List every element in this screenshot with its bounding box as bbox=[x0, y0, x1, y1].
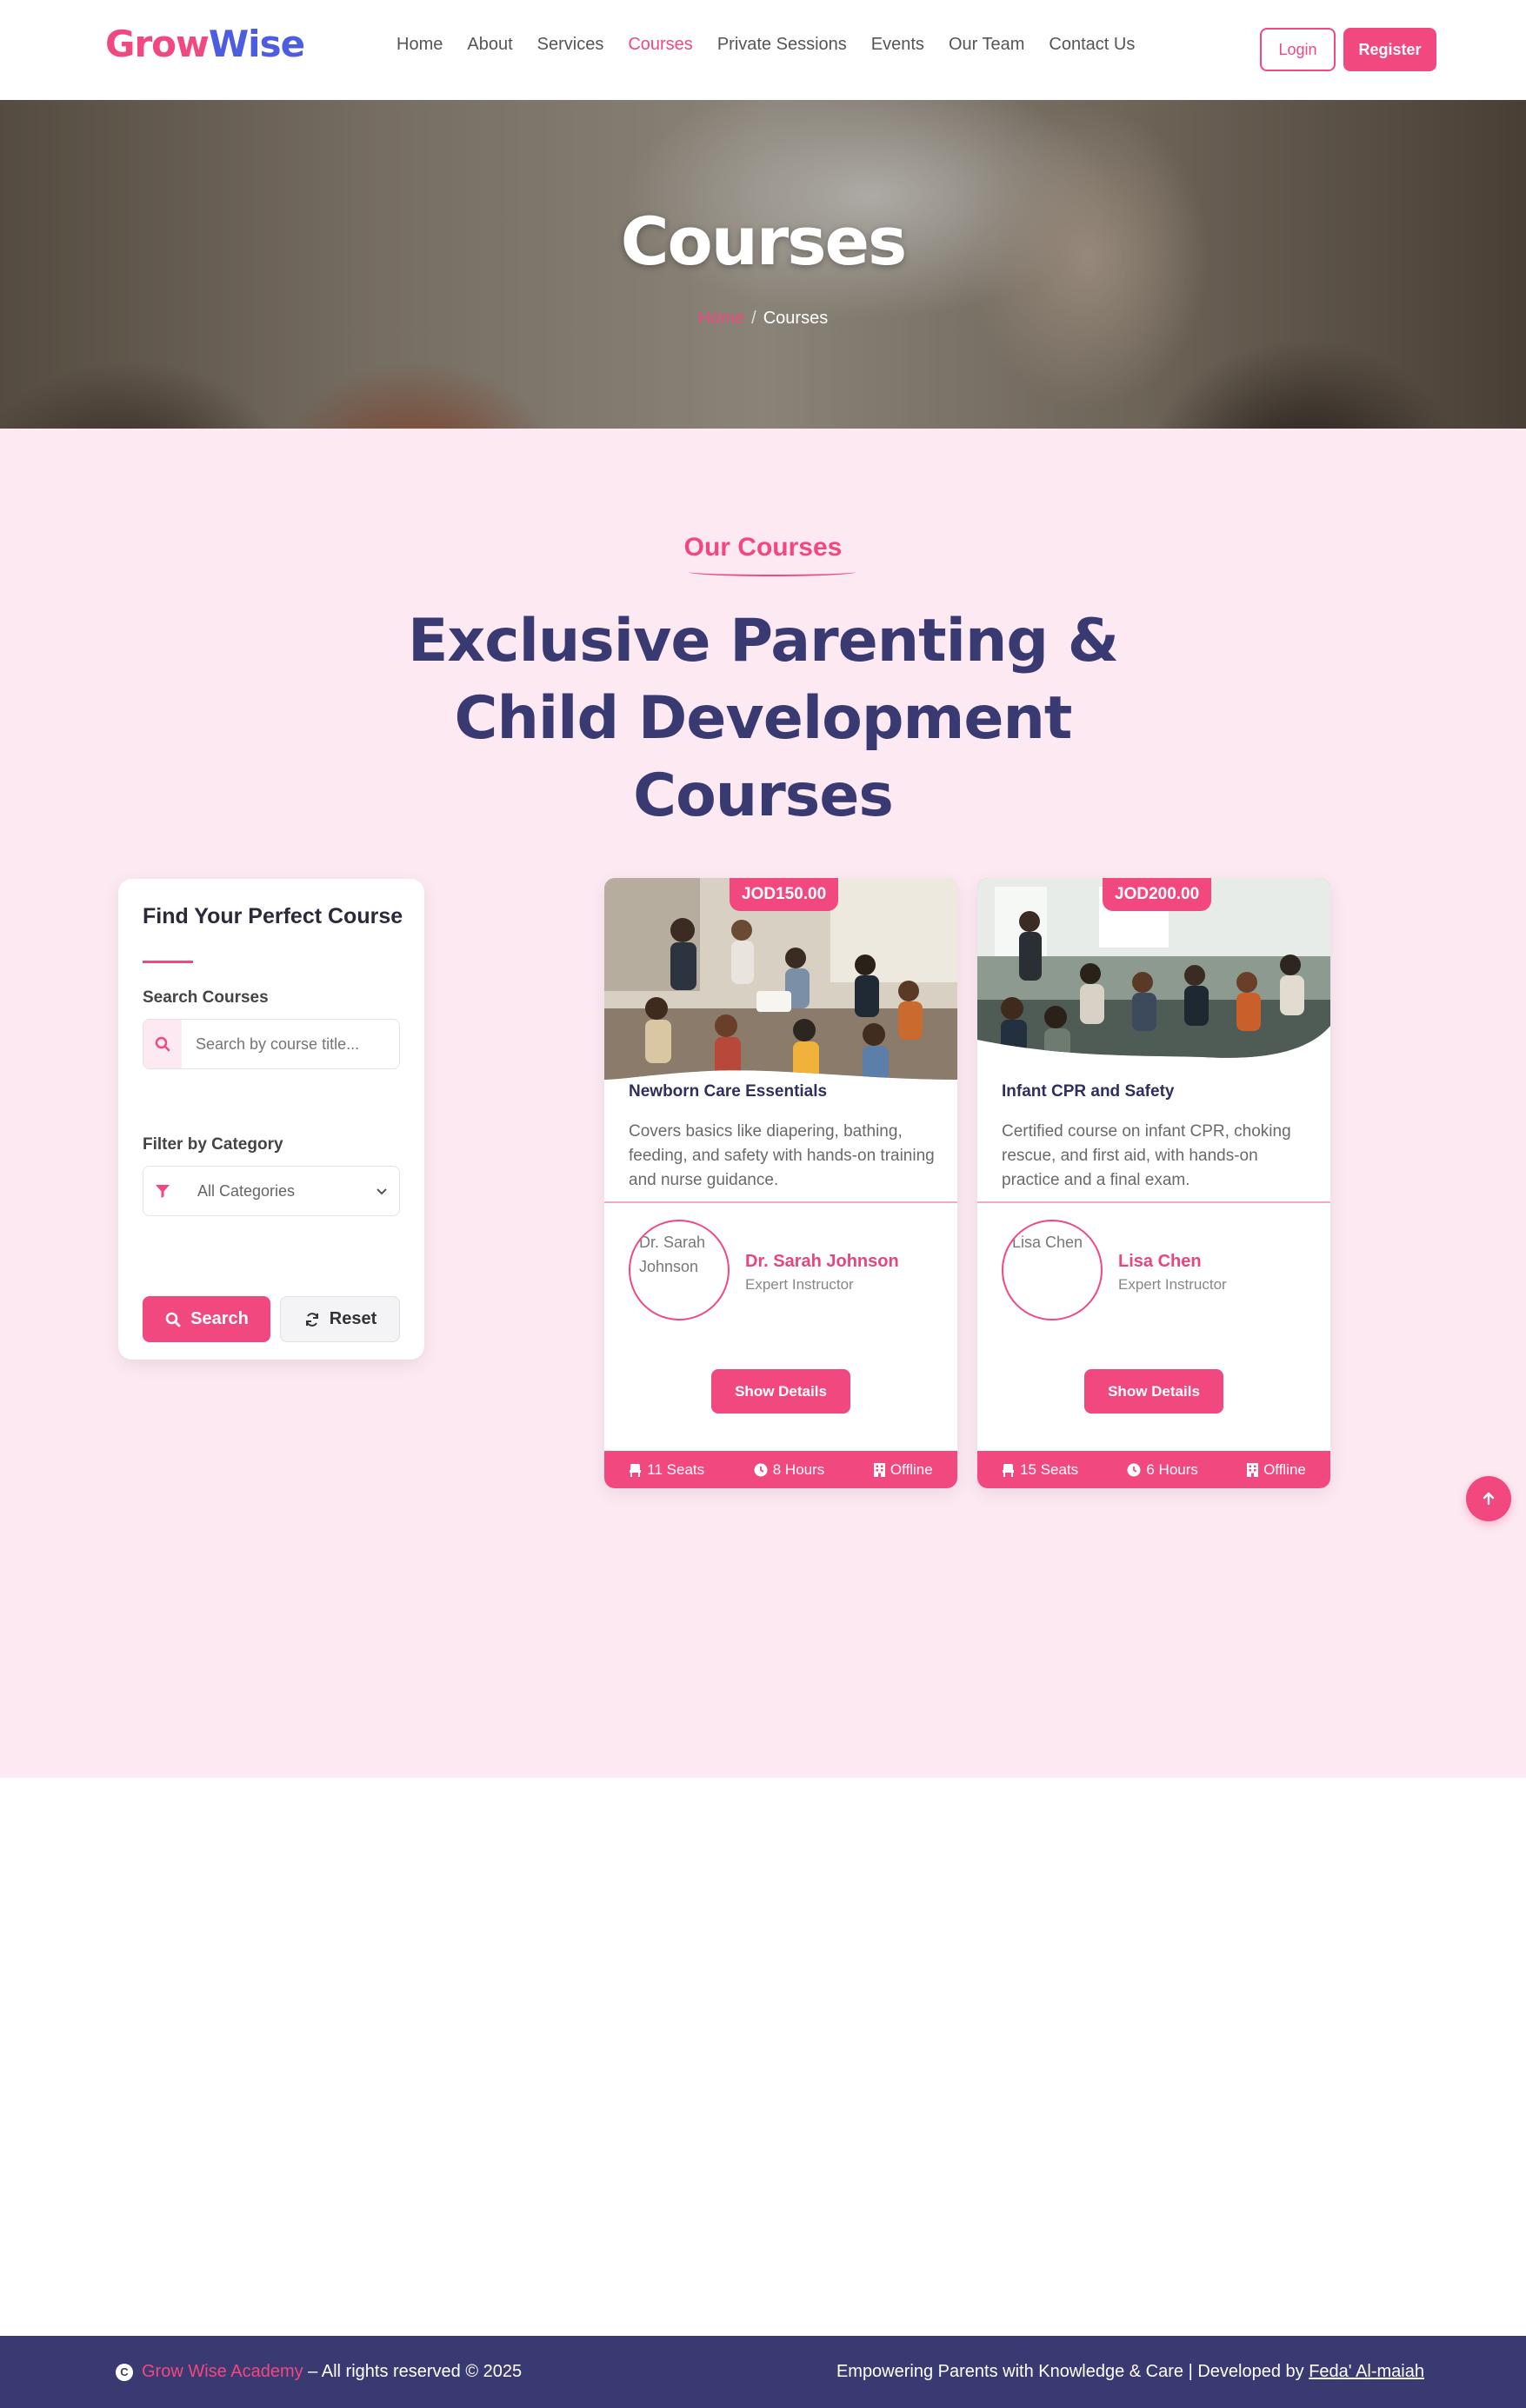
course-meta-bar: 11 Seats 8 Hours Offline bbox=[604, 1451, 957, 1488]
search-icon bbox=[165, 1312, 181, 1327]
search-button[interactable]: Search bbox=[143, 1296, 270, 1342]
course-description: Covers basics like diapering, bathing, f… bbox=[629, 1122, 935, 1189]
section-subtitle: Our Courses bbox=[683, 533, 843, 562]
mode-text: Offline bbox=[890, 1460, 933, 1478]
building-icon bbox=[1247, 1462, 1259, 1477]
footer-rights: – All rights reserved © 2025 bbox=[308, 2362, 523, 2381]
footer: C Grow Wise Academy – All rights reserve… bbox=[0, 2336, 1526, 2408]
mode-meta: Offline bbox=[873, 1460, 933, 1479]
course-title: Newborn Care Essentials bbox=[629, 1082, 828, 1101]
filter-panel: Find Your Perfect Course Search Courses … bbox=[118, 879, 424, 1360]
register-button[interactable]: Register bbox=[1343, 28, 1436, 71]
nav-home[interactable]: Home bbox=[396, 35, 443, 55]
search-label: Search Courses bbox=[143, 988, 269, 1007]
nav-our-team[interactable]: Our Team bbox=[949, 35, 1024, 55]
arrow-up-icon bbox=[1483, 1492, 1495, 1506]
course-description: Certified course on infant CPR, choking … bbox=[1002, 1122, 1291, 1189]
hours-text: 6 Hours bbox=[1146, 1460, 1198, 1478]
footer-tagline-text: Empowering Parents with Knowledge & Care… bbox=[836, 2362, 1304, 2381]
course-card: JOD150.00 Newborn Care Essentials Covers… bbox=[604, 878, 957, 1488]
course-card: JOD200.00 Infant CPR and Safety Certifie… bbox=[977, 878, 1330, 1488]
filter-title: Find Your Perfect Course bbox=[143, 904, 403, 928]
login-button[interactable]: Login bbox=[1260, 28, 1336, 71]
seats-text: 11 Seats bbox=[647, 1460, 705, 1478]
price-badge: JOD200.00 bbox=[1103, 878, 1212, 911]
category-selected-value: All Categories bbox=[197, 1181, 296, 1200]
hours-meta: 8 Hours bbox=[754, 1460, 825, 1479]
main-nav: Home About Services Courses Private Sess… bbox=[396, 35, 1135, 55]
instructor-role: Expert Instructor bbox=[745, 1276, 854, 1293]
search-icon bbox=[143, 1020, 182, 1068]
chevron-down-icon bbox=[364, 1184, 399, 1198]
developer-link[interactable]: Feda' Al-maiah bbox=[1309, 2362, 1424, 2381]
subtitle-underline bbox=[689, 568, 856, 576]
clock-icon bbox=[1127, 1463, 1141, 1476]
price-badge: JOD150.00 bbox=[730, 878, 839, 911]
show-details-button[interactable]: Show Details bbox=[711, 1369, 850, 1414]
card-divider bbox=[977, 1201, 1330, 1203]
search-field bbox=[143, 1019, 400, 1069]
navbar: GrowWise Home About Services Courses Pri… bbox=[0, 0, 1526, 100]
seat-icon bbox=[1003, 1463, 1015, 1477]
mode-text: Offline bbox=[1263, 1460, 1306, 1478]
footer-copyright: C Grow Wise Academy – All rights reserve… bbox=[116, 2362, 522, 2382]
instructor-avatar: Dr. Sarah Johnson bbox=[629, 1220, 730, 1320]
seat-icon bbox=[630, 1463, 642, 1477]
hero-banner: Courses Home / Courses bbox=[0, 100, 1526, 429]
avatar-alt-text: Lisa Chen bbox=[1012, 1234, 1083, 1251]
building-icon bbox=[873, 1462, 885, 1477]
avatar-alt-text: Dr. Sarah Johnson bbox=[639, 1234, 706, 1275]
breadcrumb-current: Courses bbox=[763, 309, 829, 328]
nav-about[interactable]: About bbox=[467, 35, 512, 55]
breadcrumb-separator: / bbox=[751, 309, 756, 328]
nav-private-sessions[interactable]: Private Sessions bbox=[717, 35, 847, 55]
breadcrumb-home[interactable]: Home bbox=[698, 309, 744, 328]
nav-courses[interactable]: Courses bbox=[628, 35, 692, 55]
search-input[interactable] bbox=[182, 1034, 399, 1054]
course-meta-bar: 15 Seats 6 Hours Offline bbox=[977, 1451, 1330, 1488]
category-label: Filter by Category bbox=[143, 1135, 283, 1154]
seats-meta: 11 Seats bbox=[629, 1461, 704, 1479]
nav-services[interactable]: Services bbox=[537, 35, 604, 55]
hours-text: 8 Hours bbox=[772, 1460, 825, 1478]
reset-button[interactable]: Reset bbox=[280, 1296, 400, 1342]
reset-button-label: Reset bbox=[329, 1309, 377, 1328]
instructor-name[interactable]: Dr. Sarah Johnson bbox=[745, 1252, 899, 1272]
scroll-to-top-button[interactable] bbox=[1466, 1476, 1511, 1521]
nav-events[interactable]: Events bbox=[871, 35, 924, 55]
refresh-icon bbox=[305, 1312, 318, 1327]
courses-section: Our Courses Exclusive Parenting & Child … bbox=[0, 429, 1526, 1778]
instructor-name[interactable]: Lisa Chen bbox=[1118, 1252, 1202, 1272]
copyright-icon: C bbox=[116, 2363, 133, 2381]
category-select[interactable]: All Categories bbox=[143, 1166, 400, 1216]
breadcrumb: Home / Courses bbox=[0, 309, 1526, 329]
brand-logo-part1: Grow bbox=[105, 23, 210, 65]
card-divider bbox=[604, 1201, 957, 1203]
course-title: Infant CPR and Safety bbox=[1002, 1082, 1175, 1101]
footer-brand-link[interactable]: Grow Wise Academy bbox=[142, 2362, 303, 2381]
search-button-label: Search bbox=[190, 1309, 249, 1328]
nav-contact-us[interactable]: Contact Us bbox=[1049, 35, 1135, 55]
brand-logo[interactable]: GrowWise bbox=[105, 23, 305, 65]
page-title: Courses bbox=[620, 203, 908, 280]
mode-meta: Offline bbox=[1247, 1461, 1306, 1479]
seats-text: 15 Seats bbox=[1020, 1460, 1079, 1478]
clock-icon bbox=[754, 1463, 768, 1476]
seats-meta: 15 Seats bbox=[1002, 1461, 1078, 1479]
footer-tagline: Empowering Parents with Knowledge & Care… bbox=[836, 2362, 1424, 2382]
filter-funnel-icon bbox=[143, 1167, 182, 1215]
filter-title-underline bbox=[143, 961, 193, 963]
hours-meta: 6 Hours bbox=[1127, 1461, 1198, 1479]
section-heading: Exclusive Parenting & Child Development … bbox=[407, 607, 1119, 830]
show-details-button[interactable]: Show Details bbox=[1084, 1369, 1223, 1414]
instructor-role: Expert Instructor bbox=[1118, 1276, 1227, 1293]
brand-logo-part2: Wise bbox=[208, 23, 305, 65]
instructor-avatar: Lisa Chen bbox=[1002, 1220, 1103, 1320]
